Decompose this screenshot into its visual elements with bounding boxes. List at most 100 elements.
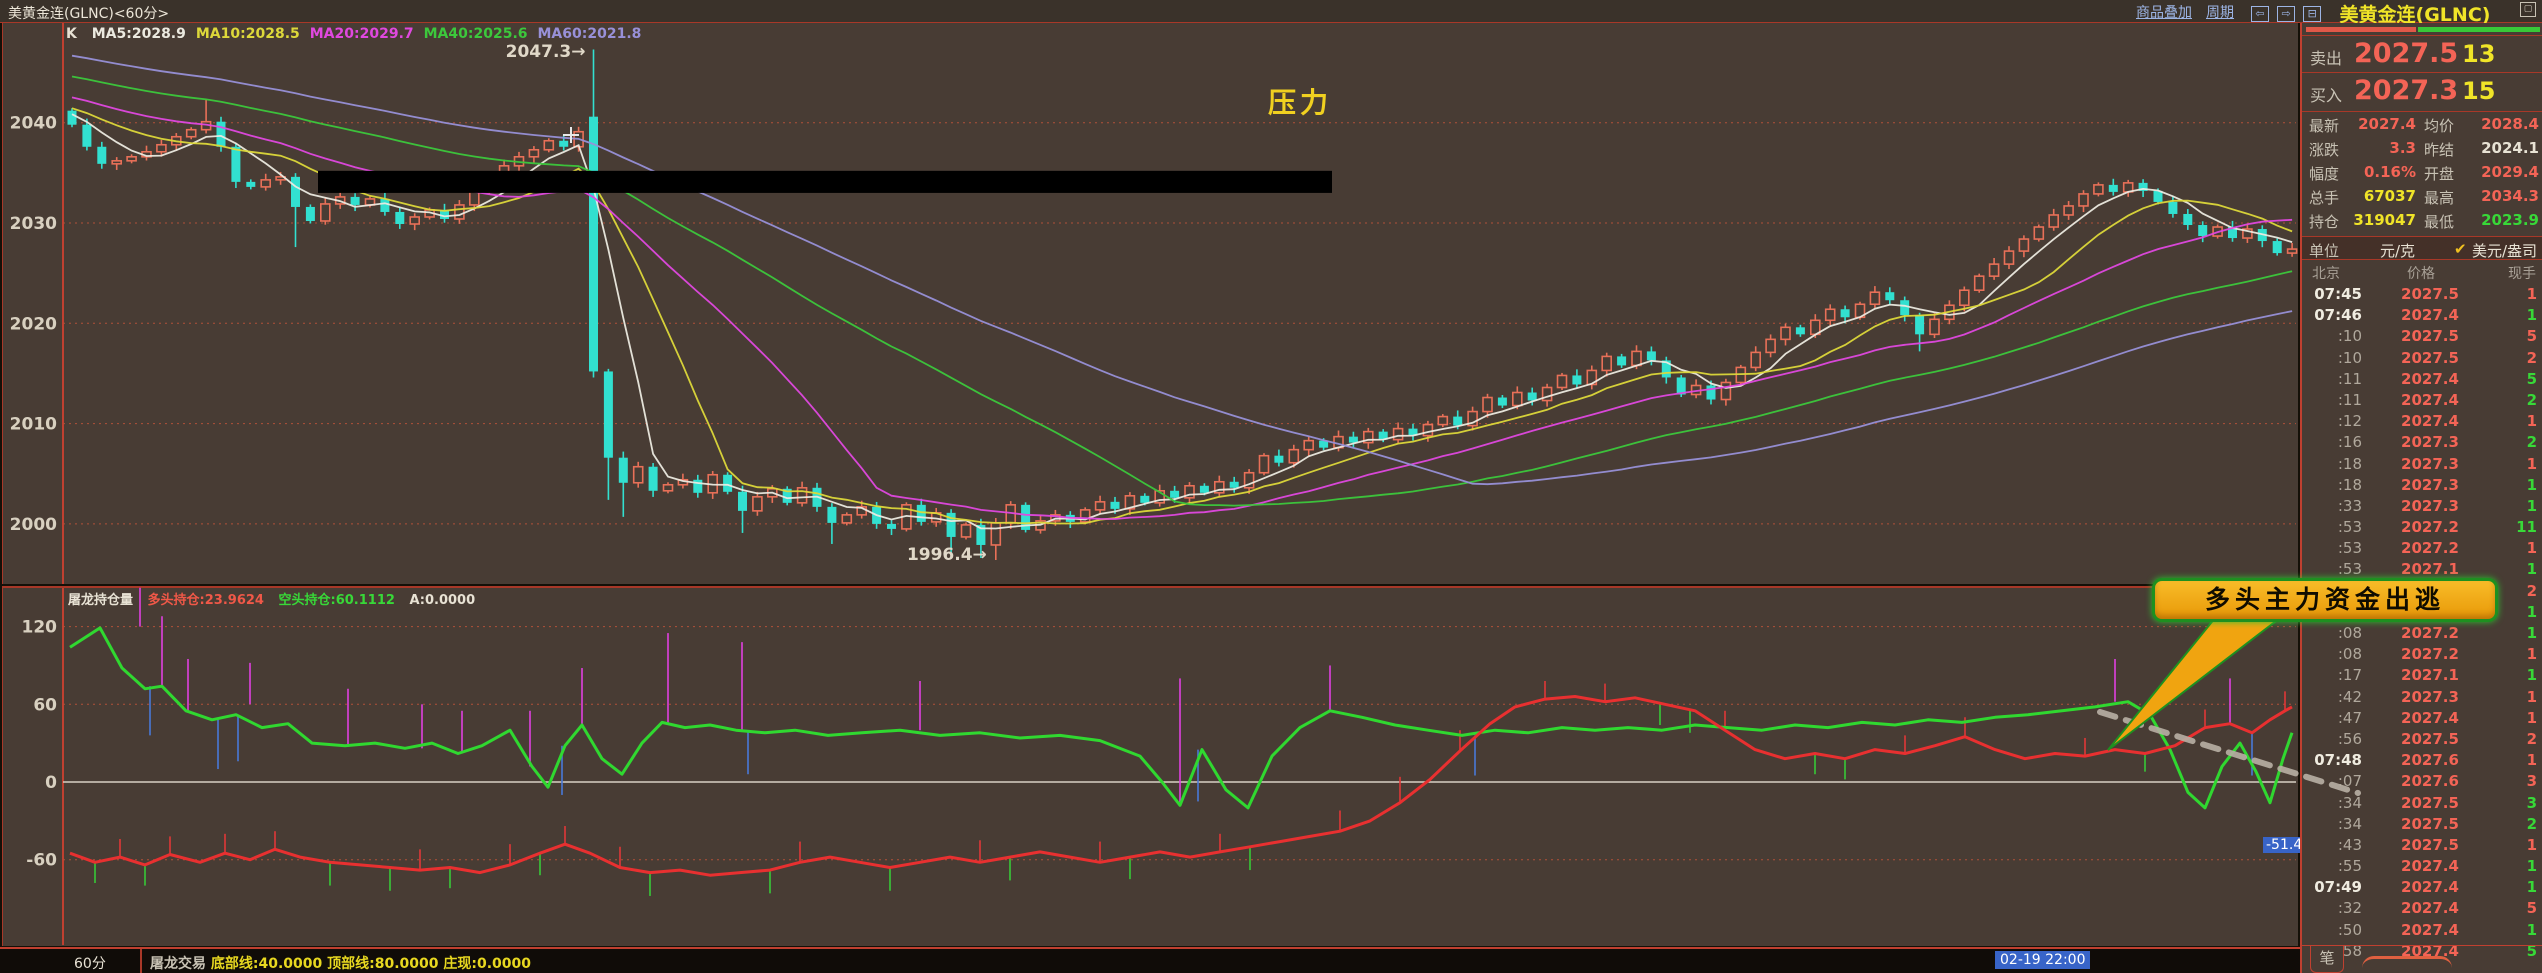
tick-row[interactable]: :08 2027.2 1 [2302, 645, 2542, 666]
tick-price: 2027.5 [2401, 793, 2459, 812]
stat-label: 开盘 [2424, 165, 2455, 183]
tick-row[interactable]: :56 2027.5 2 [2302, 730, 2542, 751]
tick-time: :18 [2337, 454, 2362, 473]
tick-price: 2027.4 [2401, 878, 2459, 897]
tick-time: :10 [2337, 348, 2362, 367]
tick-row[interactable]: :55 2027.4 1 [2302, 857, 2542, 878]
callout-bubble: 多头主力资金出逃 [2152, 578, 2498, 622]
short-position-label: 空头持仓:60.1112 [278, 593, 395, 608]
tick-price: 2027.5 [2401, 729, 2459, 748]
tick-row[interactable]: :18 2027.3 1 [2302, 455, 2542, 476]
y-tick-label: 2020 [10, 314, 57, 334]
tick-row[interactable]: :08 2027.2 1 [2302, 624, 2542, 645]
tick-row[interactable]: :16 2027.3 2 [2302, 433, 2542, 454]
tick-price: 2027.4 [2401, 857, 2459, 876]
maximize-icon[interactable]: ▢ [2520, 2, 2536, 17]
indicator-legend: 屠龙持仓量 多头持仓:23.9624 空头持仓:60.1112 A:0.0000 [68, 589, 485, 608]
period-label[interactable]: 60分 [74, 953, 106, 973]
tick-time: :53 [2337, 518, 2362, 537]
tick-row[interactable]: 07:48 2027.6 1 [2302, 751, 2542, 772]
tick-time: :53 [2337, 560, 2362, 579]
ask-price: 2027.5 [2354, 38, 2459, 69]
tick-volume: 1 [2526, 666, 2537, 685]
stat-label: 持仓 [2309, 213, 2340, 231]
long-position-label: 多头持仓:23.9624 [147, 593, 264, 608]
strategy-name: 屠龙交易 [150, 956, 206, 972]
bid-label: 买入 [2310, 86, 2343, 105]
tick-price: 2027.4 [2401, 899, 2459, 918]
tick-time: :34 [2337, 814, 2362, 833]
tick-row[interactable]: :32 2027.4 5 [2302, 899, 2542, 920]
tick-row[interactable]: :53 2027.2 1 [2302, 539, 2542, 560]
ask-row[interactable]: 卖出 2027.5 13 [2302, 38, 2542, 70]
buy-sell-ratio-bar [2306, 27, 2540, 32]
tick-volume: 1 [2526, 412, 2537, 431]
tick-price: 2027.2 [2401, 624, 2459, 642]
tick-time: 07:48 [2314, 751, 2362, 770]
tick-row[interactable]: :43 2027.5 1 [2302, 836, 2542, 857]
stat-row: 总手 67037 最高 2034.3 [2302, 187, 2542, 210]
tick-row[interactable]: :34 2027.5 2 [2302, 815, 2542, 836]
stat-value: 2027.4 [2358, 115, 2416, 133]
stat-value: 2028.4 [2481, 115, 2539, 133]
tick-table-header: 北京 价格 现手 [2302, 263, 2542, 283]
tick-row[interactable]: :34 2027.5 3 [2302, 794, 2542, 815]
tick-row[interactable]: :10 2027.5 2 [2302, 349, 2542, 370]
unit-value: 元/克 [2380, 242, 2416, 260]
tick-row[interactable]: :42 2027.3 1 [2302, 688, 2542, 709]
high-annotation: 2047.3→ [506, 42, 586, 62]
tick-row[interactable]: :17 2027.1 1 [2302, 666, 2542, 687]
stat-label: 涨跌 [2309, 141, 2340, 159]
tick-row[interactable]: :11 2027.4 2 [2302, 391, 2542, 412]
tick-price: 2027.4 [2401, 412, 2459, 431]
y-tick-label: 2030 [10, 214, 57, 234]
divider [2302, 35, 2542, 36]
stat-row: 幅度 0.16% 开盘 2029.4 [2302, 163, 2542, 186]
tick-time: :53 [2337, 539, 2362, 558]
tick-volume: 5 [2526, 369, 2537, 388]
tick-row[interactable]: 07:49 2027.4 1 [2302, 878, 2542, 899]
tick-row[interactable]: :10 2027.5 5 [2302, 327, 2542, 348]
tick-row[interactable]: :12 2027.4 1 [2302, 412, 2542, 433]
tick-row[interactable]: 07:46 2027.4 1 [2302, 306, 2542, 327]
unit-row[interactable]: 单位 元/克 ✔ 美元/盎司 [2302, 236, 2542, 260]
tick-time: :16 [2337, 433, 2362, 452]
low-annotation: 1996.4→ [907, 545, 987, 565]
tick-time: :55 [2337, 857, 2362, 876]
bottom-line-param: 底部线:40.0000 [210, 956, 323, 972]
tick-row[interactable]: :33 2027.3 1 [2302, 497, 2542, 518]
tick-row[interactable]: :07 2027.6 3 [2302, 772, 2542, 793]
y-tick-label: 2040 [10, 114, 57, 134]
tick-row[interactable]: :11 2027.4 5 [2302, 370, 2542, 391]
tick-time: 07:49 [2314, 878, 2362, 897]
tick-row[interactable]: :50 2027.4 1 [2302, 921, 2542, 942]
tick-time: :08 [2337, 624, 2362, 642]
stat-value: 2024.1 [2481, 139, 2539, 157]
tab-tick[interactable]: 笔 [2310, 946, 2344, 973]
bid-row[interactable]: 买入 2027.3 15 [2302, 75, 2542, 107]
tick-volume: 1 [2526, 539, 2537, 558]
tick-list[interactable]: 07:45 2027.5 1 07:46 2027.4 1:10 2027.5 5:10 202… [2302, 285, 2542, 963]
tick-time: 07:45 [2314, 285, 2362, 303]
stat-value: 3.3 [2389, 139, 2416, 157]
tick-volume: 1 [2526, 285, 2537, 303]
tick-row[interactable]: 07:45 2027.5 1 [2302, 285, 2542, 306]
tick-price: 2027.4 [2401, 390, 2459, 409]
tick-volume: 1 [2526, 306, 2537, 325]
tick-volume: 1 [2526, 496, 2537, 515]
sub-y-tick-label: -60 [26, 851, 57, 871]
tick-volume: 5 [2526, 899, 2537, 918]
tick-price: 2027.3 [2401, 433, 2459, 452]
sub-y-tick-label: 0 [45, 773, 57, 793]
tick-price: 2027.2 [2401, 539, 2459, 558]
check-icon[interactable]: ✔ [2454, 240, 2467, 258]
tick-row[interactable]: :47 2027.4 1 [2302, 709, 2542, 730]
tick-row[interactable]: :18 2027.3 1 [2302, 476, 2542, 497]
unit-label: 单位 [2309, 242, 2340, 260]
stat-value: 2023.9 [2481, 211, 2539, 229]
split-window-icon[interactable]: ⊟ [2303, 6, 2322, 22]
tick-price: 2027.3 [2401, 496, 2459, 515]
unit-value-usd[interactable]: 美元/盎司 [2472, 240, 2537, 261]
stat-value: 2029.4 [2481, 163, 2539, 181]
tick-row[interactable]: :53 2027.2 11 [2302, 518, 2542, 539]
